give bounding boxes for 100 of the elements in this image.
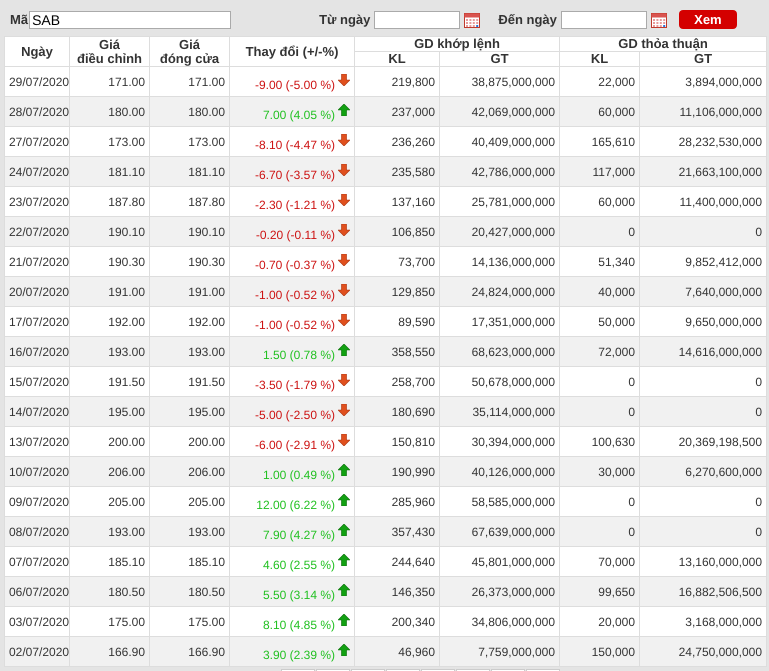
- table-cell: 11,106,000,000: [640, 96, 767, 126]
- table-cell: 7,640,000,000: [640, 276, 767, 306]
- change-value: 1.50 (0.78 %): [262, 347, 335, 362]
- table-cell: 21,663,100,000: [640, 156, 767, 186]
- table-cell: 72,000: [560, 336, 640, 366]
- table-cell: 190,990: [354, 456, 440, 486]
- table-cell: 180.00: [70, 96, 150, 126]
- column-header: Giá điều chỉnh: [70, 36, 150, 66]
- column-header: KL: [354, 52, 440, 66]
- change-value: 4.60 (2.55 %): [262, 557, 335, 572]
- table-cell: 180.00: [150, 96, 230, 126]
- table-cell: 16,882,506,500: [640, 576, 767, 606]
- column-header: Giá đóng cửa: [150, 36, 230, 66]
- table-cell: 206.00: [70, 456, 150, 486]
- table-cell: 46,960: [354, 636, 440, 666]
- change-value: 7.00 (4.05 %): [262, 107, 335, 122]
- table-cell: 0: [560, 396, 640, 426]
- calendar-icon[interactable]: [464, 12, 480, 28]
- table-cell: 0: [560, 216, 640, 246]
- table-cell: 14/07/2020: [4, 396, 70, 426]
- table-cell: 117,000: [560, 156, 640, 186]
- table-cell: 68,623,000,000: [440, 336, 560, 366]
- table-cell: 10/07/2020: [4, 456, 70, 486]
- to-date-label: Đến ngày: [498, 12, 557, 27]
- table-cell: 0: [640, 516, 767, 546]
- symbol-field[interactable]: SAB: [29, 10, 232, 28]
- calendar-icon[interactable]: [650, 12, 667, 28]
- table-cell: 150,000: [560, 636, 640, 666]
- table-cell: 180,690: [354, 396, 440, 426]
- table-cell: 0: [640, 216, 767, 246]
- table-cell: 40,126,000,000: [440, 456, 560, 486]
- table-cell: 146,350: [354, 576, 440, 606]
- table-cell: 35,114,000,000: [440, 396, 560, 426]
- change-value: -6.70 (-3.57 %): [254, 167, 335, 182]
- table-cell: 193.00: [70, 336, 150, 366]
- table-cell: 180.50: [150, 576, 230, 606]
- table-cell: 42,069,000,000: [440, 96, 560, 126]
- table-cell: 180.50: [70, 576, 150, 606]
- group-header: GD thỏa thuận: [560, 36, 767, 52]
- table-cell: 190.10: [150, 216, 230, 246]
- column-header: GT: [640, 52, 767, 66]
- table-cell: 28/07/2020: [4, 96, 70, 126]
- column-header: GT: [440, 52, 560, 66]
- table-cell: 195.00: [150, 396, 230, 426]
- change-value: -1.00 (-0.52 %): [254, 287, 335, 302]
- table-cell: 357,430: [354, 516, 440, 546]
- table-cell: 166.90: [70, 636, 150, 666]
- column-header: KL: [560, 52, 640, 66]
- table-cell: 60,000: [560, 96, 640, 126]
- change-value: -6.00 (-2.91 %): [254, 437, 335, 452]
- table-cell: 129,850: [354, 276, 440, 306]
- change-value: -8.10 (-4.47 %): [254, 137, 335, 152]
- change-value: -9.00 (-5.00 %): [254, 77, 335, 92]
- table-cell: 181.10: [70, 156, 150, 186]
- table-cell: 0: [560, 516, 640, 546]
- from-date-field[interactable]: [374, 10, 460, 28]
- table-cell: 6,270,600,000: [640, 456, 767, 486]
- table-cell: 206.00: [150, 456, 230, 486]
- table-cell: 181.10: [150, 156, 230, 186]
- table-cell: 06/07/2020: [4, 576, 70, 606]
- change-value: -1.00 (-0.52 %): [254, 317, 335, 332]
- change-value: 12.00 (6.22 %): [256, 497, 335, 512]
- table-cell: 20,427,000,000: [440, 216, 560, 246]
- table-cell: 193.00: [150, 516, 230, 546]
- to-date-field[interactable]: [560, 10, 647, 28]
- table-cell: 7,759,000,000: [440, 636, 560, 666]
- table-cell: 16/07/2020: [4, 336, 70, 366]
- table-cell: 106,850: [354, 216, 440, 246]
- change-value: 7.90 (4.27 %): [262, 527, 335, 542]
- table-cell: 237,000: [354, 96, 440, 126]
- change-value: -0.70 (-0.37 %): [254, 257, 335, 272]
- table-cell: 358,550: [354, 336, 440, 366]
- table-cell: 24,750,000,000: [640, 636, 767, 666]
- table-cell: 22/07/2020: [4, 216, 70, 246]
- table-cell: 193.00: [150, 336, 230, 366]
- change-value: 3.90 (2.39 %): [262, 647, 335, 662]
- table-cell: 191.00: [70, 276, 150, 306]
- column-header: Ngày: [4, 36, 70, 66]
- table-cell: 166.90: [150, 636, 230, 666]
- table-cell: 24,824,000,000: [440, 276, 560, 306]
- table-cell: 14,616,000,000: [640, 336, 767, 366]
- change-value: -2.30 (-1.21 %): [254, 197, 335, 212]
- table-cell: 42,786,000,000: [440, 156, 560, 186]
- table-cell: 190.10: [70, 216, 150, 246]
- table-cell: 0: [640, 396, 767, 426]
- table-cell: 235,580: [354, 156, 440, 186]
- table-cell: 195.00: [70, 396, 150, 426]
- table-cell: 26,373,000,000: [440, 576, 560, 606]
- change-value: 8.10 (4.85 %): [262, 617, 335, 632]
- table-cell: 191.00: [150, 276, 230, 306]
- group-header: GD khớp lệnh: [354, 36, 560, 52]
- change-value: 1.00 (0.49 %): [262, 467, 335, 482]
- from-date-label: Từ ngày: [319, 12, 370, 27]
- table-cell: 40,000: [560, 276, 640, 306]
- table-cell: 20/07/2020: [4, 276, 70, 306]
- view-button[interactable]: Xem: [678, 10, 737, 29]
- table-cell: 67,639,000,000: [440, 516, 560, 546]
- change-value: -3.50 (-1.79 %): [254, 377, 335, 392]
- table-cell: 193.00: [70, 516, 150, 546]
- change-value: -5.00 (-2.50 %): [254, 407, 335, 422]
